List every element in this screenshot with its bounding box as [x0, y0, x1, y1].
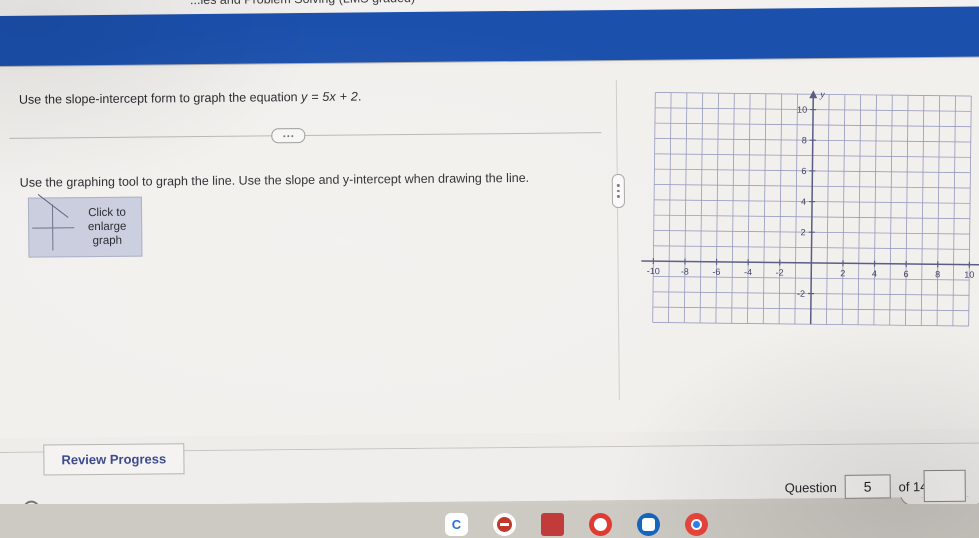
question-statement-prefix: Use the slope-intercept form to graph th… [18, 90, 302, 107]
blue-disk-icon[interactable] [637, 513, 660, 536]
question-statement: Use the slope-intercept form to graph th… [19, 86, 599, 108]
equation: y = 5x + 2 [301, 89, 359, 105]
question-work-area: Use the slope-intercept form to graph th… [0, 60, 979, 507]
svg-text:-6: -6 [712, 267, 720, 277]
coordinate-grid[interactable]: -10-8-6-4-2246810108642-2xy [631, 74, 979, 338]
svg-text:-8: -8 [681, 266, 689, 276]
pane-splitter [615, 80, 620, 401]
pane-drag-handle[interactable] [611, 173, 626, 209]
more-options-ellipsis-icon[interactable] [271, 128, 306, 144]
red-square-app-icon[interactable] [541, 513, 564, 536]
mini-graph-icon [29, 194, 78, 255]
svg-text:8: 8 [935, 269, 940, 279]
question-instruction-2: Use the graphing tool to graph the line.… [19, 170, 530, 190]
next-question-button[interactable] [923, 469, 966, 503]
svg-text:-4: -4 [744, 267, 752, 277]
graph-pane[interactable]: -10-8-6-4-2246810108642-2xy [631, 75, 979, 338]
coordinate-grid-svg[interactable]: -10-8-6-4-2246810108642-2xy [631, 74, 979, 338]
svg-text:2: 2 [840, 268, 845, 278]
svg-text:6: 6 [903, 269, 908, 279]
svg-text:8: 8 [802, 135, 807, 145]
question-label: Question [784, 479, 837, 495]
svg-text:4: 4 [872, 269, 877, 279]
screen-content: ...ies and Problem Solving (LMS graded) … [0, 0, 979, 518]
mini-x-axis [32, 227, 75, 229]
no-entry-icon[interactable] [589, 513, 612, 536]
svg-text:6: 6 [801, 166, 806, 176]
dot [617, 189, 620, 193]
svg-text:4: 4 [801, 197, 806, 207]
os-taskbar: C [0, 504, 979, 538]
taskbar-dock: C [445, 513, 708, 536]
svg-text:-2: -2 [776, 267, 784, 277]
dot [287, 134, 290, 137]
dot [283, 134, 286, 137]
svg-text:y: y [819, 89, 825, 100]
c-app-icon[interactable]: C [445, 513, 468, 536]
section-divider [9, 132, 602, 139]
svg-text:10: 10 [797, 105, 807, 115]
dot [291, 134, 294, 137]
enlarge-graph-label: Click to enlarge graph [87, 206, 127, 248]
chrome-icon[interactable] [685, 513, 708, 536]
question-number-input[interactable]: 5 [844, 474, 891, 499]
photo-of-screen: ...ies and Problem Solving (LMS graded) … [0, 0, 979, 538]
record-ring-icon[interactable] [493, 513, 516, 536]
click-to-enlarge-graph-button[interactable]: Click to enlarge graph [27, 194, 143, 258]
svg-text:-10: -10 [647, 266, 660, 276]
review-progress-button[interactable]: Review Progress [43, 443, 185, 476]
question-navigator: Question 5 of 14 [785, 474, 928, 499]
question-statement-suffix: . [357, 89, 362, 104]
dot [617, 195, 620, 198]
svg-text:2: 2 [801, 227, 806, 237]
svg-text:-2: -2 [797, 289, 805, 299]
dot [617, 184, 620, 187]
svg-text:10: 10 [964, 270, 974, 280]
footer-bar: Review Progress Question 5 of 14 [0, 443, 979, 518]
course-title: ...ies and Problem Solving (LMS graded) [190, 0, 415, 7]
blue-header-banner [0, 6, 979, 66]
